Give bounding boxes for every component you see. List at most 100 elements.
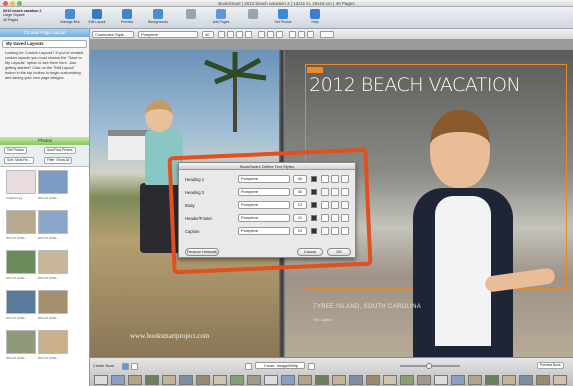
font-select[interactable]: Pompiere <box>138 31 198 38</box>
page-strip-thumbnail[interactable] <box>349 375 363 385</box>
page-strip-thumbnail[interactable] <box>400 375 414 385</box>
style-font-select[interactable]: Pompiere <box>238 227 290 235</box>
style-italic-button[interactable] <box>331 201 339 209</box>
style-italic-button[interactable] <box>331 188 339 196</box>
page-strip-thumbnail[interactable] <box>383 375 397 385</box>
page-strip-thumbnail[interactable] <box>162 375 176 385</box>
style-underline-button[interactable] <box>341 201 349 209</box>
page-strip-thumbnail[interactable] <box>315 375 329 385</box>
underline-button[interactable] <box>245 31 252 38</box>
photo-thumbnail[interactable] <box>38 210 68 234</box>
page-strip-thumbnail[interactable] <box>94 375 108 385</box>
page-strip-thumbnail[interactable] <box>366 375 380 385</box>
style-underline-button[interactable] <box>341 214 349 222</box>
ok-button[interactable]: OK <box>327 248 351 256</box>
style-color-swatch[interactable] <box>311 176 317 182</box>
align-left-button[interactable] <box>258 31 265 38</box>
single-page-view-button[interactable] <box>122 363 129 370</box>
style-font-select[interactable]: Pompiere <box>238 188 290 196</box>
page-strip-thumbnail[interactable] <box>298 375 312 385</box>
list-button[interactable] <box>307 31 314 38</box>
page-strip-thumbnail[interactable] <box>434 375 448 385</box>
create-book-label[interactable]: Create Book <box>93 364 114 368</box>
style-size-select[interactable]: 40 <box>293 175 307 183</box>
align-right-button[interactable] <box>276 31 283 38</box>
page-strip-thumbnail[interactable] <box>230 375 244 385</box>
page-strip-thumbnail[interactable] <box>553 375 567 385</box>
style-bold-button[interactable] <box>321 227 329 235</box>
style-size-select[interactable]: 30 <box>293 188 307 196</box>
page-caption[interactable]: Text Caption <box>313 318 333 322</box>
get-photos-button[interactable]: Get Photos <box>270 9 296 27</box>
style-select[interactable]: Customize Style... <box>92 31 134 38</box>
style-underline-button[interactable] <box>341 227 349 235</box>
photo-thumbnail[interactable] <box>6 330 36 354</box>
page-heading[interactable]: 2012 BEACH VACATION <box>309 74 521 96</box>
page-strip-thumbnail[interactable] <box>281 375 295 385</box>
photo-thumbnail[interactable] <box>38 170 68 194</box>
page-strip-thumbnail[interactable] <box>485 375 499 385</box>
backgrounds-button[interactable]: Backgrounds <box>145 9 171 27</box>
style-underline-button[interactable] <box>341 175 349 183</box>
photo-thumbnail[interactable] <box>6 210 36 234</box>
filter-select[interactable]: Filter: Show All <box>44 157 73 164</box>
page-strip-thumbnail[interactable] <box>519 375 533 385</box>
style-bold-button[interactable] <box>321 175 329 183</box>
style-bold-button[interactable] <box>321 201 329 209</box>
preview-book-button[interactable]: Preview Book <box>537 362 564 369</box>
indent-button[interactable] <box>298 31 305 38</box>
photo-thumbnail[interactable] <box>6 290 36 314</box>
spread-view-button[interactable] <box>131 363 138 370</box>
cancel-button[interactable]: Cancel <box>297 248 323 256</box>
page-strip-thumbnail[interactable] <box>179 375 193 385</box>
autoflow-button[interactable]: AutoFlow Photos <box>44 147 76 154</box>
style-font-select[interactable]: Pompiere <box>238 175 290 183</box>
page-strip-thumbnail[interactable] <box>502 375 516 385</box>
layout-select[interactable]: My Saved Layouts <box>2 40 87 48</box>
style-color-swatch[interactable] <box>311 202 317 208</box>
page-strip-thumbnail[interactable] <box>536 375 550 385</box>
line-spacing-button[interactable] <box>289 31 296 38</box>
page-strip-thumbnail[interactable] <box>128 375 142 385</box>
pages-button[interactable] <box>178 9 204 27</box>
photo-thumbnail[interactable] <box>38 330 68 354</box>
page-strip-thumbnail[interactable] <box>213 375 227 385</box>
style-size-select[interactable]: 10 <box>293 227 307 235</box>
page-subheading[interactable]: TYBEE ISLAND, SOUTH CAROLINA <box>313 304 421 310</box>
next-page-button[interactable] <box>308 363 315 370</box>
page-strip-thumbnail[interactable] <box>145 375 159 385</box>
photo-thumbnail[interactable] <box>38 290 68 314</box>
text-color-button[interactable] <box>218 31 225 38</box>
align-center-button[interactable] <box>267 31 274 38</box>
page-nav-select[interactable]: Cover: Image/Whip <box>255 362 305 369</box>
page-strip-thumbnail[interactable] <box>332 375 346 385</box>
style-font-select[interactable]: Pompiere <box>238 214 290 222</box>
page-strip-thumbnail[interactable] <box>264 375 278 385</box>
manage-files-button[interactable]: Manage files <box>57 9 83 27</box>
style-size-select[interactable]: 11 <box>293 214 307 222</box>
font-size-select[interactable]: 40 <box>202 31 214 38</box>
previous-page-button[interactable] <box>245 363 252 370</box>
style-font-select[interactable]: Pompiere <box>238 201 290 209</box>
page-strip-thumbnail[interactable] <box>111 375 125 385</box>
undo-button[interactable] <box>240 9 266 27</box>
help-button[interactable]: Help <box>302 9 328 27</box>
restore-defaults-button[interactable]: Restore Defaults <box>185 248 219 256</box>
text-options-button[interactable] <box>320 31 334 38</box>
add-pages-button[interactable]: Add Pages <box>208 9 234 27</box>
zoom-slider-handle[interactable] <box>426 363 432 369</box>
edit-layout-button[interactable]: Edit Layout <box>84 9 110 27</box>
style-italic-button[interactable] <box>331 175 339 183</box>
page-strip-thumbnail[interactable] <box>247 375 261 385</box>
style-color-swatch[interactable] <box>311 189 317 195</box>
style-color-swatch[interactable] <box>311 228 317 234</box>
style-underline-button[interactable] <box>341 188 349 196</box>
page-strip-thumbnail[interactable] <box>451 375 465 385</box>
page-strip-thumbnail[interactable] <box>417 375 431 385</box>
page-strip-thumbnail[interactable] <box>196 375 210 385</box>
italic-button[interactable] <box>236 31 243 38</box>
preview-button[interactable]: Preview <box>114 9 140 27</box>
photo-thumbnail[interactable] <box>38 250 68 274</box>
photo-thumbnail[interactable] <box>6 250 36 274</box>
style-italic-button[interactable] <box>331 227 339 235</box>
